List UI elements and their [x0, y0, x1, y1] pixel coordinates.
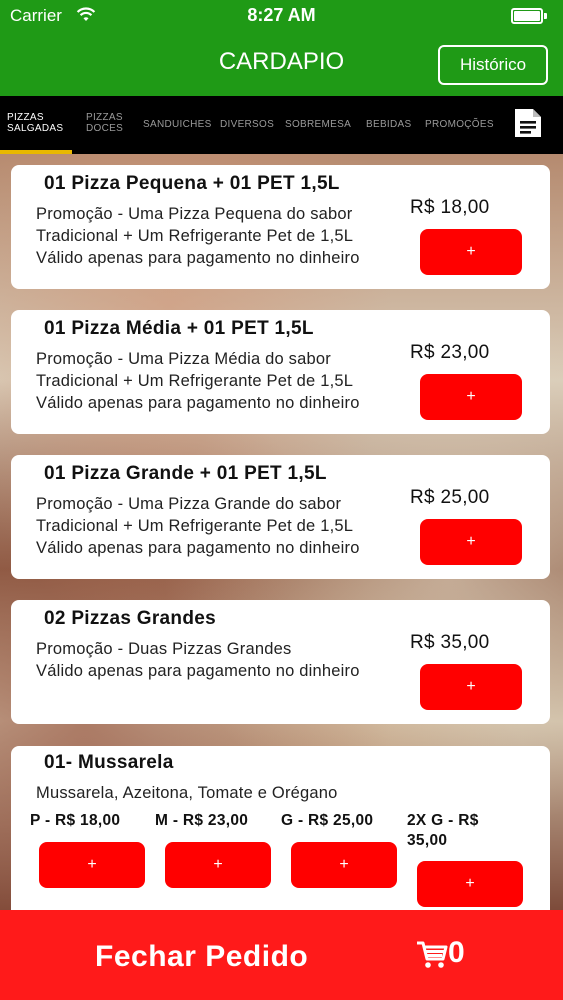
tab-sanduiches[interactable]: SANDUICHES	[143, 119, 212, 130]
item-price: R$ 23,00	[410, 342, 490, 363]
tab-pizzas-salgadas[interactable]: PIZZAS SALGADAS	[7, 112, 63, 134]
menu-item-card: 01 Pizza Média + 01 PET 1,5L Promoção - …	[11, 310, 550, 434]
add-to-cart-button[interactable]: +	[420, 664, 522, 710]
tab-promocoes[interactable]: PROMOÇÕES	[425, 119, 494, 130]
menu-item-card: 02 Pizzas Grandes Promoção - Duas Pizzas…	[11, 600, 550, 724]
description-line: Promoção - Duas Pizzas Grandes	[36, 640, 292, 658]
item-price: R$ 25,00	[410, 487, 490, 508]
battery-icon	[511, 8, 549, 26]
tab-diversos[interactable]: DIVERSOS	[220, 119, 274, 130]
close-order-button[interactable]: Fechar Pedido	[95, 940, 308, 974]
item-description: Promoção - Uma Pizza Média do sabor Trad…	[36, 348, 360, 414]
size-label-line: 35,00	[407, 832, 448, 849]
category-tabs: PIZZAS SALGADAS PIZZAS DOCES SANDUICHES …	[0, 96, 563, 154]
menu-item-card: 01 Pizza Pequena + 01 PET 1,5L Promoção …	[11, 165, 550, 289]
add-to-cart-button[interactable]: +	[420, 374, 522, 420]
description-line: Tradicional + Um Refrigerante Pet de 1,5…	[36, 227, 354, 245]
item-price: R$ 18,00	[410, 197, 490, 218]
status-bar: Carrier 8:27 AM	[0, 0, 563, 32]
tab-pizzas-doces[interactable]: PIZZAS DOCES	[86, 112, 123, 134]
cart-icon[interactable]	[416, 938, 448, 970]
tab-sobremesa[interactable]: SOBREMESA	[285, 119, 351, 130]
tab-label: SALGADAS	[7, 123, 64, 134]
tab-label: DOCES	[86, 123, 124, 134]
cart-count: 0	[448, 936, 465, 969]
tab-label: DIVERSOS	[220, 119, 275, 130]
description-line: Promoção - Uma Pizza Média do sabor	[36, 350, 331, 368]
item-title: 02 Pizzas Grandes	[44, 608, 216, 629]
item-title: 01 Pizza Pequena + 01 PET 1,5L	[44, 173, 340, 194]
history-button[interactable]: Histórico	[438, 45, 548, 85]
size-price-small: P - R$ 18,00	[30, 812, 121, 829]
add-large-button[interactable]: +	[291, 842, 397, 888]
item-description: Promoção - Uma Pizza Grande do sabor Tra…	[36, 493, 360, 559]
item-description: Promoção - Uma Pizza Pequena do sabor Tr…	[36, 203, 360, 269]
item-title: 01 Pizza Grande + 01 PET 1,5L	[44, 463, 327, 484]
description-line: Válido apenas para pagamento no dinheiro	[36, 662, 360, 680]
header: Carrier 8:27 AM CARDAPIO Histórico	[0, 0, 563, 96]
add-to-cart-button[interactable]: +	[420, 229, 522, 275]
menu-item-card: 01 Pizza Grande + 01 PET 1,5L Promoção -…	[11, 455, 550, 579]
add-medium-button[interactable]: +	[165, 842, 271, 888]
item-price: R$ 35,00	[410, 632, 490, 653]
checkout-bar[interactable]: Fechar Pedido 0	[0, 910, 563, 1000]
item-title: 01 Pizza Média + 01 PET 1,5L	[44, 318, 314, 339]
add-small-button[interactable]: +	[39, 842, 145, 888]
description-line: Válido apenas para pagamento no dinheiro	[36, 394, 360, 412]
flavor-description: Mussarela, Azeitona, Tomate e Orégano	[36, 784, 338, 802]
tab-label: PROMOÇÕES	[425, 119, 494, 130]
description-line: Tradicional + Um Refrigerante Pet de 1,5…	[36, 517, 354, 535]
description-line: Válido apenas para pagamento no dinheiro	[36, 539, 360, 557]
tab-label: SANDUICHES	[143, 119, 212, 130]
size-price-large: G - R$ 25,00	[281, 812, 374, 829]
tab-label: SOBREMESA	[285, 119, 352, 130]
description-line: Válido apenas para pagamento no dinheiro	[36, 249, 360, 267]
size-price-medium: M - R$ 23,00	[155, 812, 249, 829]
clock: 8:27 AM	[247, 5, 316, 25]
menu-list[interactable]: 01 Pizza Pequena + 01 PET 1,5L Promoção …	[0, 154, 563, 910]
size-price-double-large: 2X G - R$ 35,00	[407, 811, 479, 851]
description-line: Promoção - Uma Pizza Grande do sabor	[36, 495, 342, 513]
add-to-cart-button[interactable]: +	[420, 519, 522, 565]
tab-bebidas[interactable]: BEBIDAS	[366, 119, 411, 130]
description-line: Tradicional + Um Refrigerante Pet de 1,5…	[36, 372, 354, 390]
size-label-line: 2X G - R$	[407, 812, 479, 829]
tab-label: BEBIDAS	[366, 119, 412, 130]
description-line: Promoção - Uma Pizza Pequena do sabor	[36, 205, 353, 223]
tab-label: PIZZAS	[86, 112, 123, 123]
flavor-title: 01- Mussarela	[44, 752, 174, 773]
add-double-large-button[interactable]: +	[417, 861, 523, 907]
flavor-card: 01- Mussarela Mussarela, Azeitona, Tomat…	[11, 746, 550, 910]
item-description: Promoção - Duas Pizzas Grandes Válido ap…	[36, 638, 360, 682]
tab-label: PIZZAS	[7, 112, 44, 123]
document-icon[interactable]	[513, 107, 543, 139]
